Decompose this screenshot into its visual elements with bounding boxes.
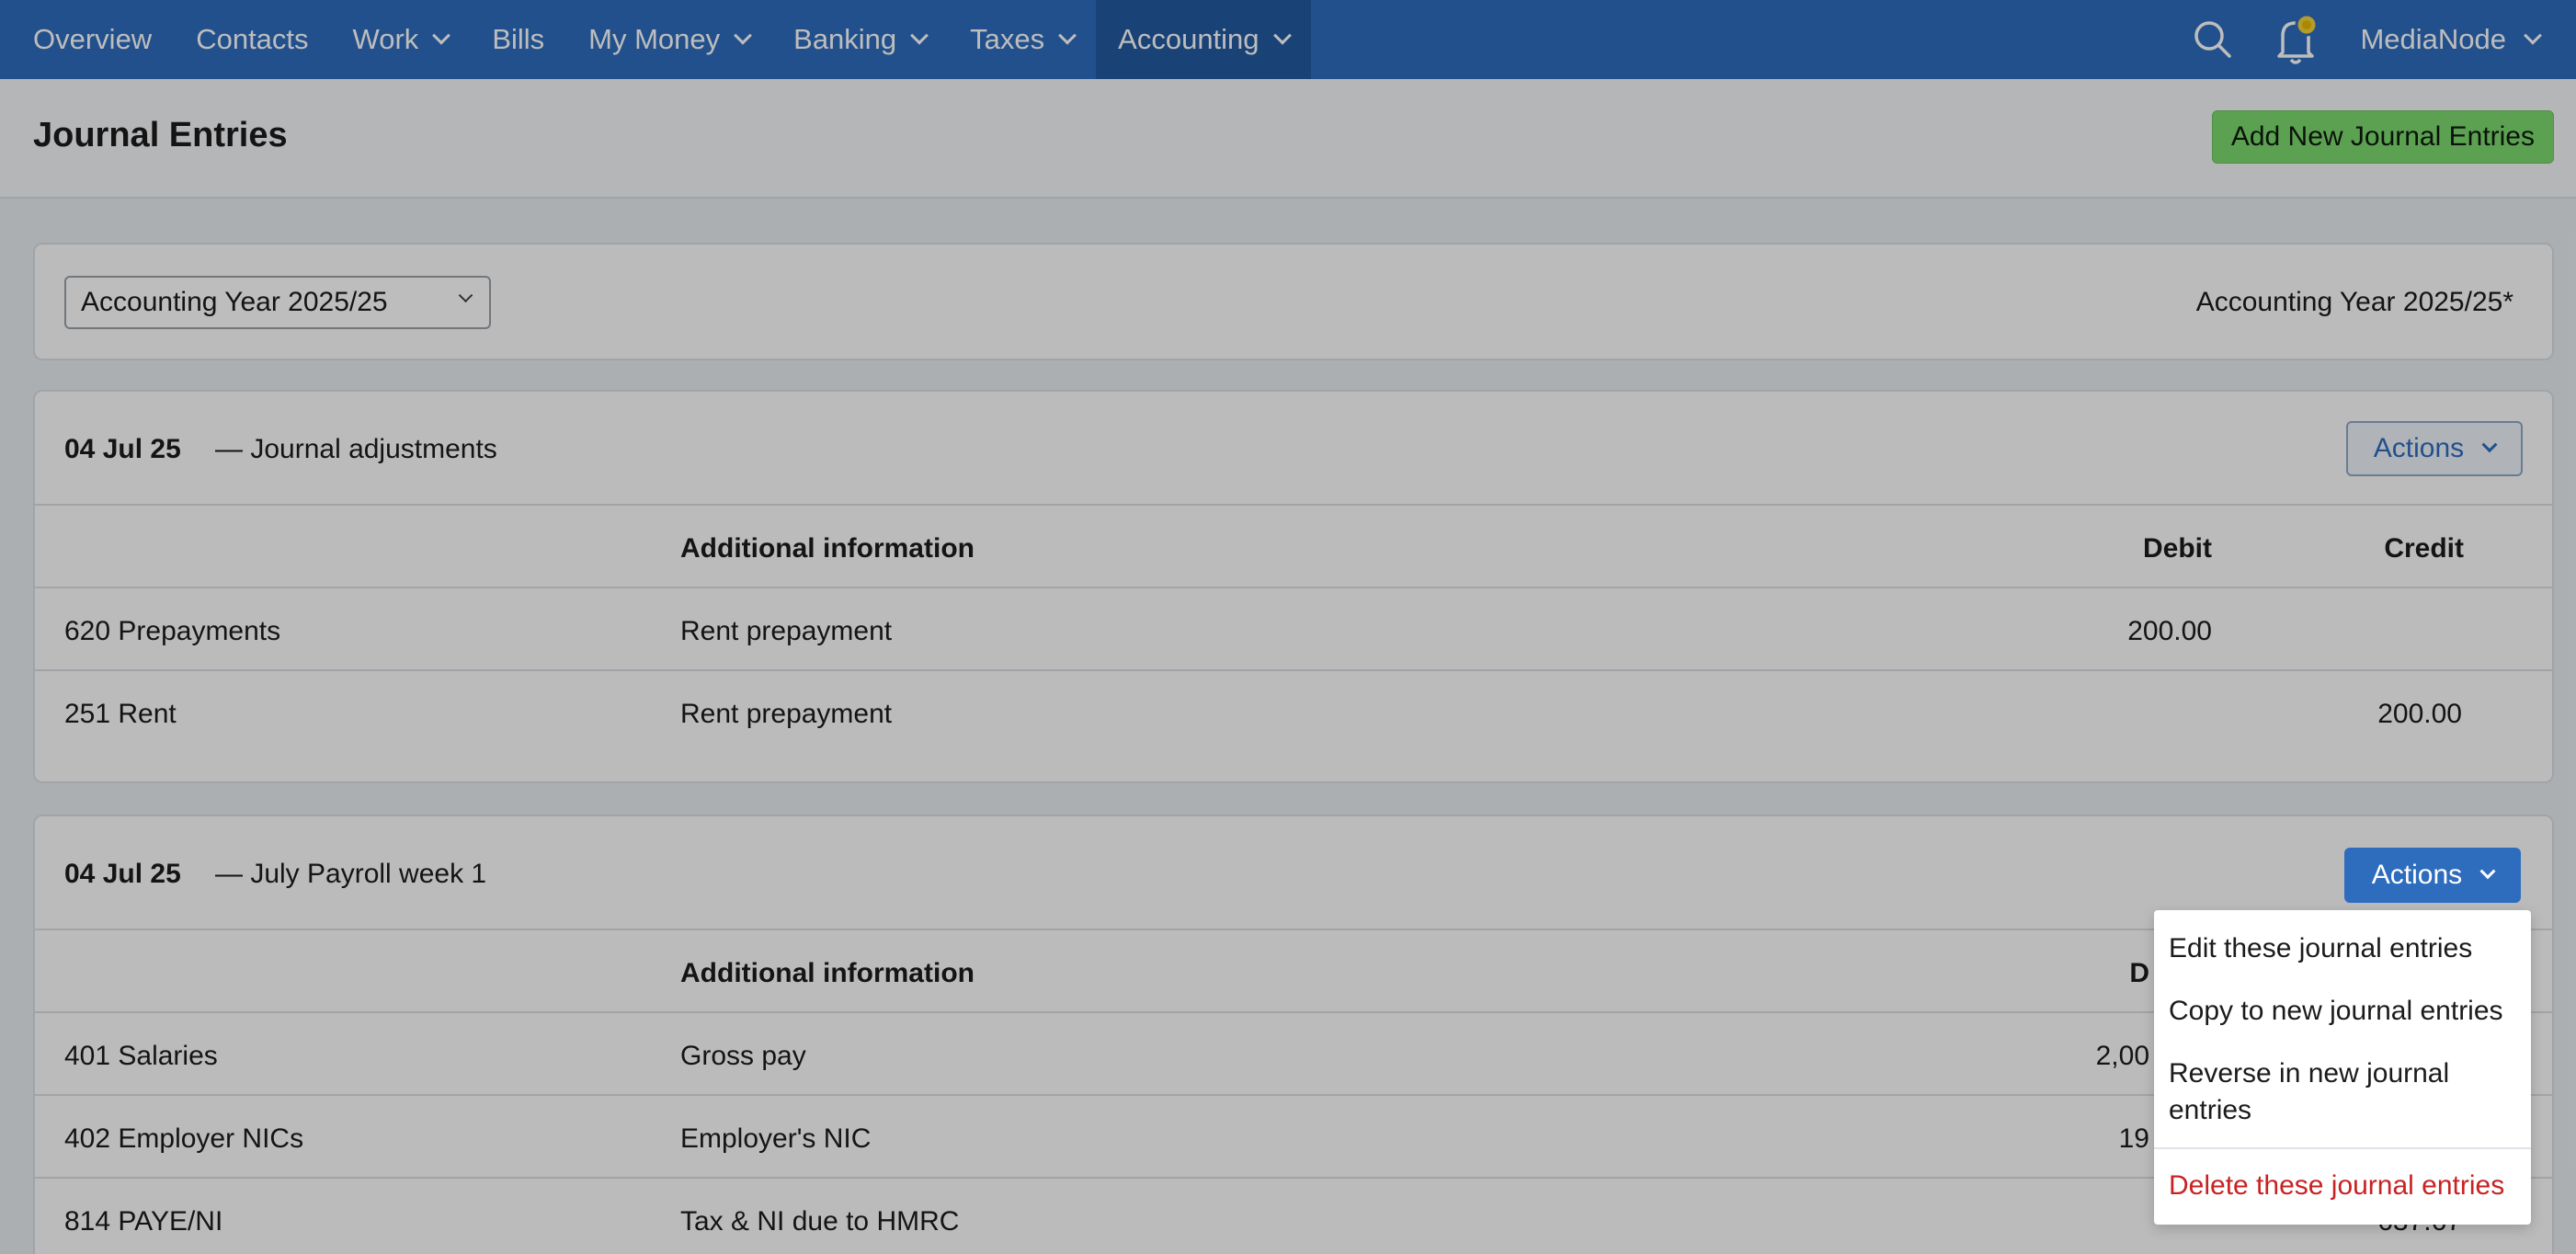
menu-item-reverse[interactable]: Reverse in new journal entries [2154,1043,2531,1142]
bell-icon[interactable] [2274,12,2320,67]
account-name: MediaNode [2360,23,2506,55]
column-header-credit: Credit [2384,533,2464,564]
column-header-additional-info: Additional information [680,533,975,564]
nav-overview-label: Overview [33,23,153,55]
actions-dropdown-menu: Edit these journal entries Copy to new j… [2154,910,2531,1225]
menu-divider [2154,1147,2531,1149]
row-account: 620 Prepayments [64,616,281,646]
actions-button-open[interactable]: Actions [2344,848,2521,903]
actions-button-label: Actions [2371,860,2463,890]
row-account: 401 Salaries [64,1041,218,1071]
add-journal-entries-button[interactable]: Add New Journal Entries [2211,110,2554,164]
chevron-down-icon [2524,26,2542,45]
nav-contacts-label: Contacts [196,23,309,55]
row-account: 402 Employer NICs [64,1123,304,1154]
accounting-year-label: Accounting Year 2025/25* [2195,287,2513,317]
nav-work-label: Work [352,23,419,55]
entry-description: — Journal adjustments [215,434,497,464]
chevron-down-icon [432,26,451,45]
menu-item-edit[interactable]: Edit these journal entries [2154,918,2531,980]
page-header: Journal Entries Add New Journal Entries [0,79,2576,199]
chevron-down-icon [910,26,929,45]
accounting-year-select-value: Accounting Year 2025/25 [81,287,388,317]
page-title: Journal Entries [33,116,288,154]
row-info: Employer's NIC [680,1123,872,1154]
column-header-debit-partial: D [2129,958,2149,988]
table-row: 620 Prepayments Rent prepayment 200.00 [35,588,2552,671]
column-header-debit: Debit [2143,533,2212,564]
entry-description: — July Payroll week 1 [215,859,487,889]
nav-banking[interactable]: Banking [771,0,948,79]
year-filter-card: Accounting Year 2025/25 Accounting Year … [33,243,2554,360]
column-header-additional-info: Additional information [680,958,975,988]
entry-date: 04 Jul 25 [64,859,181,889]
row-info: Tax & NI due to HMRC [680,1206,960,1237]
nav-banking-label: Banking [793,23,897,55]
nav-overview[interactable]: Overview [0,0,174,79]
nav-accounting[interactable]: Accounting [1096,0,1311,79]
actions-button-label: Actions [2373,433,2465,463]
actions-button[interactable]: Actions [2346,421,2523,476]
nav-my-money-label: My Money [588,23,721,55]
row-account: 251 Rent [64,699,177,729]
chevron-down-icon [1058,26,1077,45]
journal-entry-card: 04 Jul 25 — Journal adjustments Actions … [33,390,2554,783]
nav-my-money[interactable]: My Money [566,0,771,79]
nav-contacts[interactable]: Contacts [174,0,330,79]
chevron-down-icon [2481,437,2498,453]
nav-work[interactable]: Work [331,0,471,79]
account-menu[interactable]: MediaNode [2360,23,2542,56]
nav-taxes[interactable]: Taxes [948,0,1096,79]
nav-accounting-label: Accounting [1118,23,1260,55]
row-debit: 200.00 [2127,616,2212,646]
table-header-row: Additional information Debit Credit [35,506,2552,588]
top-navigation: Overview Contacts Work Bills My Money Ba… [0,0,2576,79]
entry-date: 04 Jul 25 [64,434,181,464]
row-info: Rent prepayment [680,699,893,729]
search-icon[interactable] [2193,19,2233,60]
nav-bills[interactable]: Bills [470,0,566,79]
menu-item-copy[interactable]: Copy to new journal entries [2154,980,2531,1043]
row-credit: 200.00 [2377,699,2462,729]
row-account: 814 PAYE/NI [64,1206,223,1237]
journal-entry-header: 04 Jul 25 — Journal adjustments Actions [35,392,2552,506]
menu-item-delete[interactable]: Delete these journal entries [2154,1155,2531,1217]
row-debit: 2,00 [2095,1041,2149,1071]
chevron-down-icon [734,26,753,45]
chevron-down-icon [2479,863,2496,880]
row-debit: 19 [2118,1123,2149,1154]
nav-bills-label: Bills [492,23,545,55]
chevron-down-icon [1272,26,1292,45]
nav-taxes-label: Taxes [970,23,1045,55]
nav-right-group: MediaNode [2193,0,2576,79]
table-row: 251 Rent Rent prepayment 200.00 [35,671,2552,754]
row-info: Rent prepayment [680,616,893,646]
accounting-year-select[interactable]: Accounting Year 2025/25 [64,276,491,329]
chevron-down-icon [458,288,473,303]
row-info: Gross pay [680,1041,806,1071]
